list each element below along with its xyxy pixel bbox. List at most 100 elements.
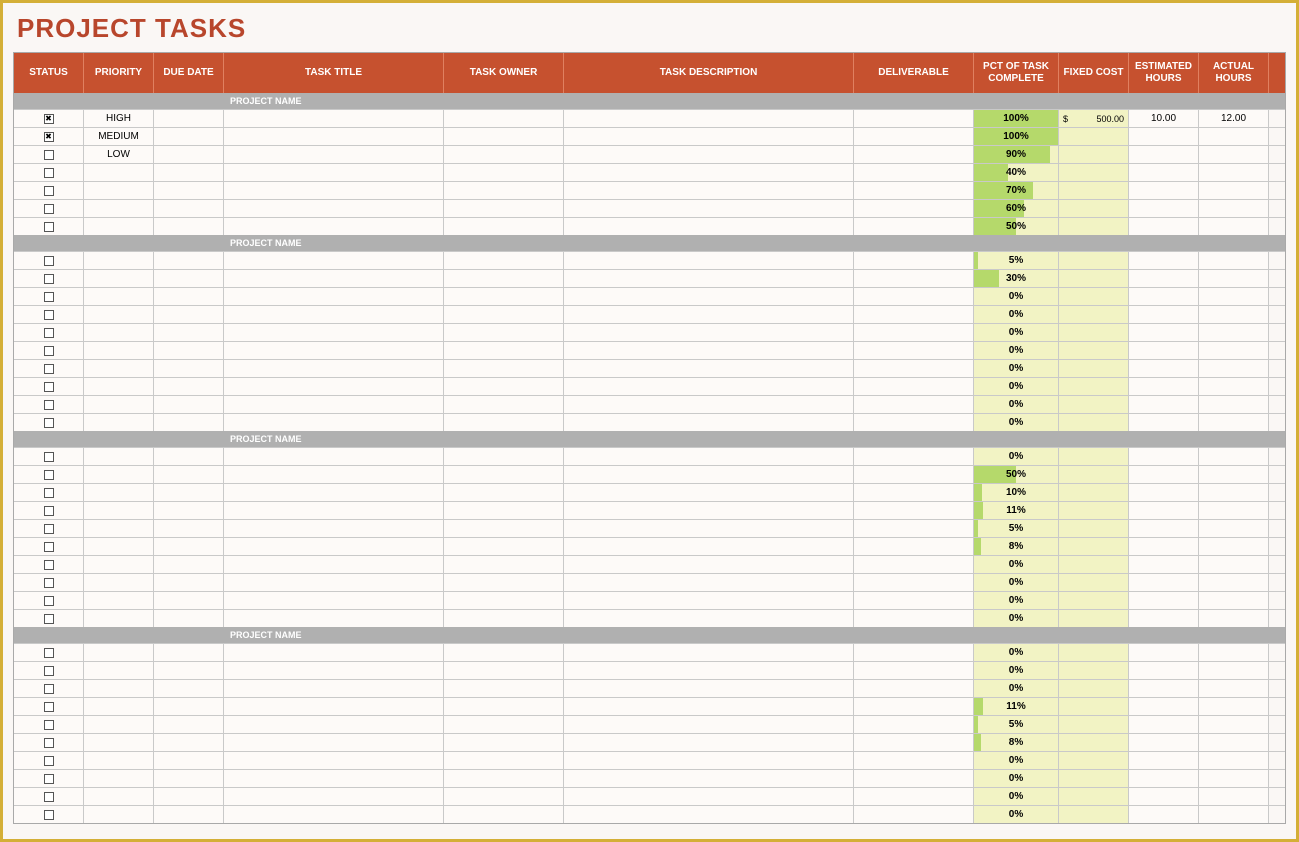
task-description-cell[interactable]: [564, 662, 854, 679]
actual-hours-cell[interactable]: [1199, 716, 1269, 733]
task-owner-cell[interactable]: [444, 164, 564, 181]
task-title-cell[interactable]: [224, 716, 444, 733]
duedate-cell[interactable]: [154, 520, 224, 537]
duedate-cell[interactable]: [154, 396, 224, 413]
deliverable-cell[interactable]: [854, 378, 974, 395]
task-description-cell[interactable]: [564, 396, 854, 413]
actual-hours-cell[interactable]: [1199, 396, 1269, 413]
duedate-cell[interactable]: [154, 680, 224, 697]
actual-hours-cell[interactable]: [1199, 252, 1269, 269]
pct-complete-cell[interactable]: 0%: [974, 610, 1059, 627]
status-cell[interactable]: [14, 252, 84, 269]
deliverable-cell[interactable]: [854, 306, 974, 323]
duedate-cell[interactable]: [154, 644, 224, 661]
task-owner-cell[interactable]: [444, 342, 564, 359]
deliverable-cell[interactable]: [854, 538, 974, 555]
status-checkbox[interactable]: [44, 328, 54, 338]
estimated-hours-cell[interactable]: [1129, 644, 1199, 661]
task-description-cell[interactable]: [564, 146, 854, 163]
actual-hours-cell[interactable]: [1199, 414, 1269, 431]
task-description-cell[interactable]: [564, 252, 854, 269]
task-owner-cell[interactable]: [444, 788, 564, 805]
actual-hours-cell[interactable]: [1199, 324, 1269, 341]
fixed-cost-cell[interactable]: [1059, 770, 1129, 787]
duedate-cell[interactable]: [154, 182, 224, 199]
priority-cell[interactable]: [84, 662, 154, 679]
actual-hours-cell[interactable]: [1199, 574, 1269, 591]
fixed-cost-cell[interactable]: [1059, 360, 1129, 377]
task-title-cell[interactable]: [224, 662, 444, 679]
pct-complete-cell[interactable]: 100%: [974, 128, 1059, 145]
pct-complete-cell[interactable]: 0%: [974, 752, 1059, 769]
priority-cell[interactable]: [84, 716, 154, 733]
status-cell[interactable]: [14, 146, 84, 163]
actual-hours-cell[interactable]: [1199, 218, 1269, 235]
task-description-cell[interactable]: [564, 698, 854, 715]
status-checkbox[interactable]: [44, 648, 54, 658]
task-description-cell[interactable]: [564, 574, 854, 591]
duedate-cell[interactable]: [154, 788, 224, 805]
duedate-cell[interactable]: [154, 342, 224, 359]
duedate-cell[interactable]: [154, 306, 224, 323]
estimated-hours-cell[interactable]: [1129, 360, 1199, 377]
status-cell[interactable]: ✖: [14, 128, 84, 145]
priority-cell[interactable]: LOW: [84, 146, 154, 163]
task-title-cell[interactable]: [224, 574, 444, 591]
status-checkbox[interactable]: [44, 222, 54, 232]
pct-complete-cell[interactable]: 0%: [974, 556, 1059, 573]
task-title-cell[interactable]: [224, 484, 444, 501]
task-title-cell[interactable]: [224, 610, 444, 627]
task-owner-cell[interactable]: [444, 662, 564, 679]
estimated-hours-cell[interactable]: [1129, 788, 1199, 805]
status-checkbox[interactable]: [44, 310, 54, 320]
task-owner-cell[interactable]: [444, 680, 564, 697]
deliverable-cell[interactable]: [854, 716, 974, 733]
deliverable-cell[interactable]: [854, 662, 974, 679]
task-title-cell[interactable]: [224, 306, 444, 323]
priority-cell[interactable]: [84, 574, 154, 591]
estimated-hours-cell[interactable]: [1129, 698, 1199, 715]
task-title-cell[interactable]: [224, 378, 444, 395]
status-cell[interactable]: ✖: [14, 110, 84, 127]
fixed-cost-cell[interactable]: [1059, 128, 1129, 145]
task-owner-cell[interactable]: [444, 770, 564, 787]
estimated-hours-cell[interactable]: [1129, 662, 1199, 679]
status-checkbox[interactable]: [44, 186, 54, 196]
deliverable-cell[interactable]: [854, 556, 974, 573]
deliverable-cell[interactable]: [854, 806, 974, 823]
status-cell[interactable]: [14, 288, 84, 305]
pct-complete-cell[interactable]: 0%: [974, 324, 1059, 341]
actual-hours-cell[interactable]: [1199, 520, 1269, 537]
status-checkbox[interactable]: [44, 382, 54, 392]
estimated-hours-cell[interactable]: [1129, 200, 1199, 217]
fixed-cost-cell[interactable]: [1059, 698, 1129, 715]
task-title-cell[interactable]: [224, 342, 444, 359]
status-cell[interactable]: [14, 484, 84, 501]
estimated-hours-cell[interactable]: [1129, 146, 1199, 163]
fixed-cost-cell[interactable]: [1059, 288, 1129, 305]
task-description-cell[interactable]: [564, 716, 854, 733]
task-description-cell[interactable]: [564, 770, 854, 787]
duedate-cell[interactable]: [154, 448, 224, 465]
task-description-cell[interactable]: [564, 270, 854, 287]
duedate-cell[interactable]: [154, 502, 224, 519]
actual-hours-cell[interactable]: [1199, 270, 1269, 287]
duedate-cell[interactable]: [154, 574, 224, 591]
estimated-hours-cell[interactable]: [1129, 680, 1199, 697]
pct-complete-cell[interactable]: 0%: [974, 788, 1059, 805]
duedate-cell[interactable]: [154, 484, 224, 501]
status-cell[interactable]: [14, 644, 84, 661]
fixed-cost-cell[interactable]: [1059, 182, 1129, 199]
deliverable-cell[interactable]: [854, 680, 974, 697]
pct-complete-cell[interactable]: 100%: [974, 110, 1059, 127]
status-cell[interactable]: [14, 270, 84, 287]
priority-cell[interactable]: [84, 502, 154, 519]
status-checkbox[interactable]: [44, 684, 54, 694]
task-description-cell[interactable]: [564, 110, 854, 127]
duedate-cell[interactable]: [154, 128, 224, 145]
actual-hours-cell[interactable]: [1199, 200, 1269, 217]
status-cell[interactable]: [14, 342, 84, 359]
pct-complete-cell[interactable]: 5%: [974, 252, 1059, 269]
duedate-cell[interactable]: [154, 360, 224, 377]
task-title-cell[interactable]: [224, 734, 444, 751]
